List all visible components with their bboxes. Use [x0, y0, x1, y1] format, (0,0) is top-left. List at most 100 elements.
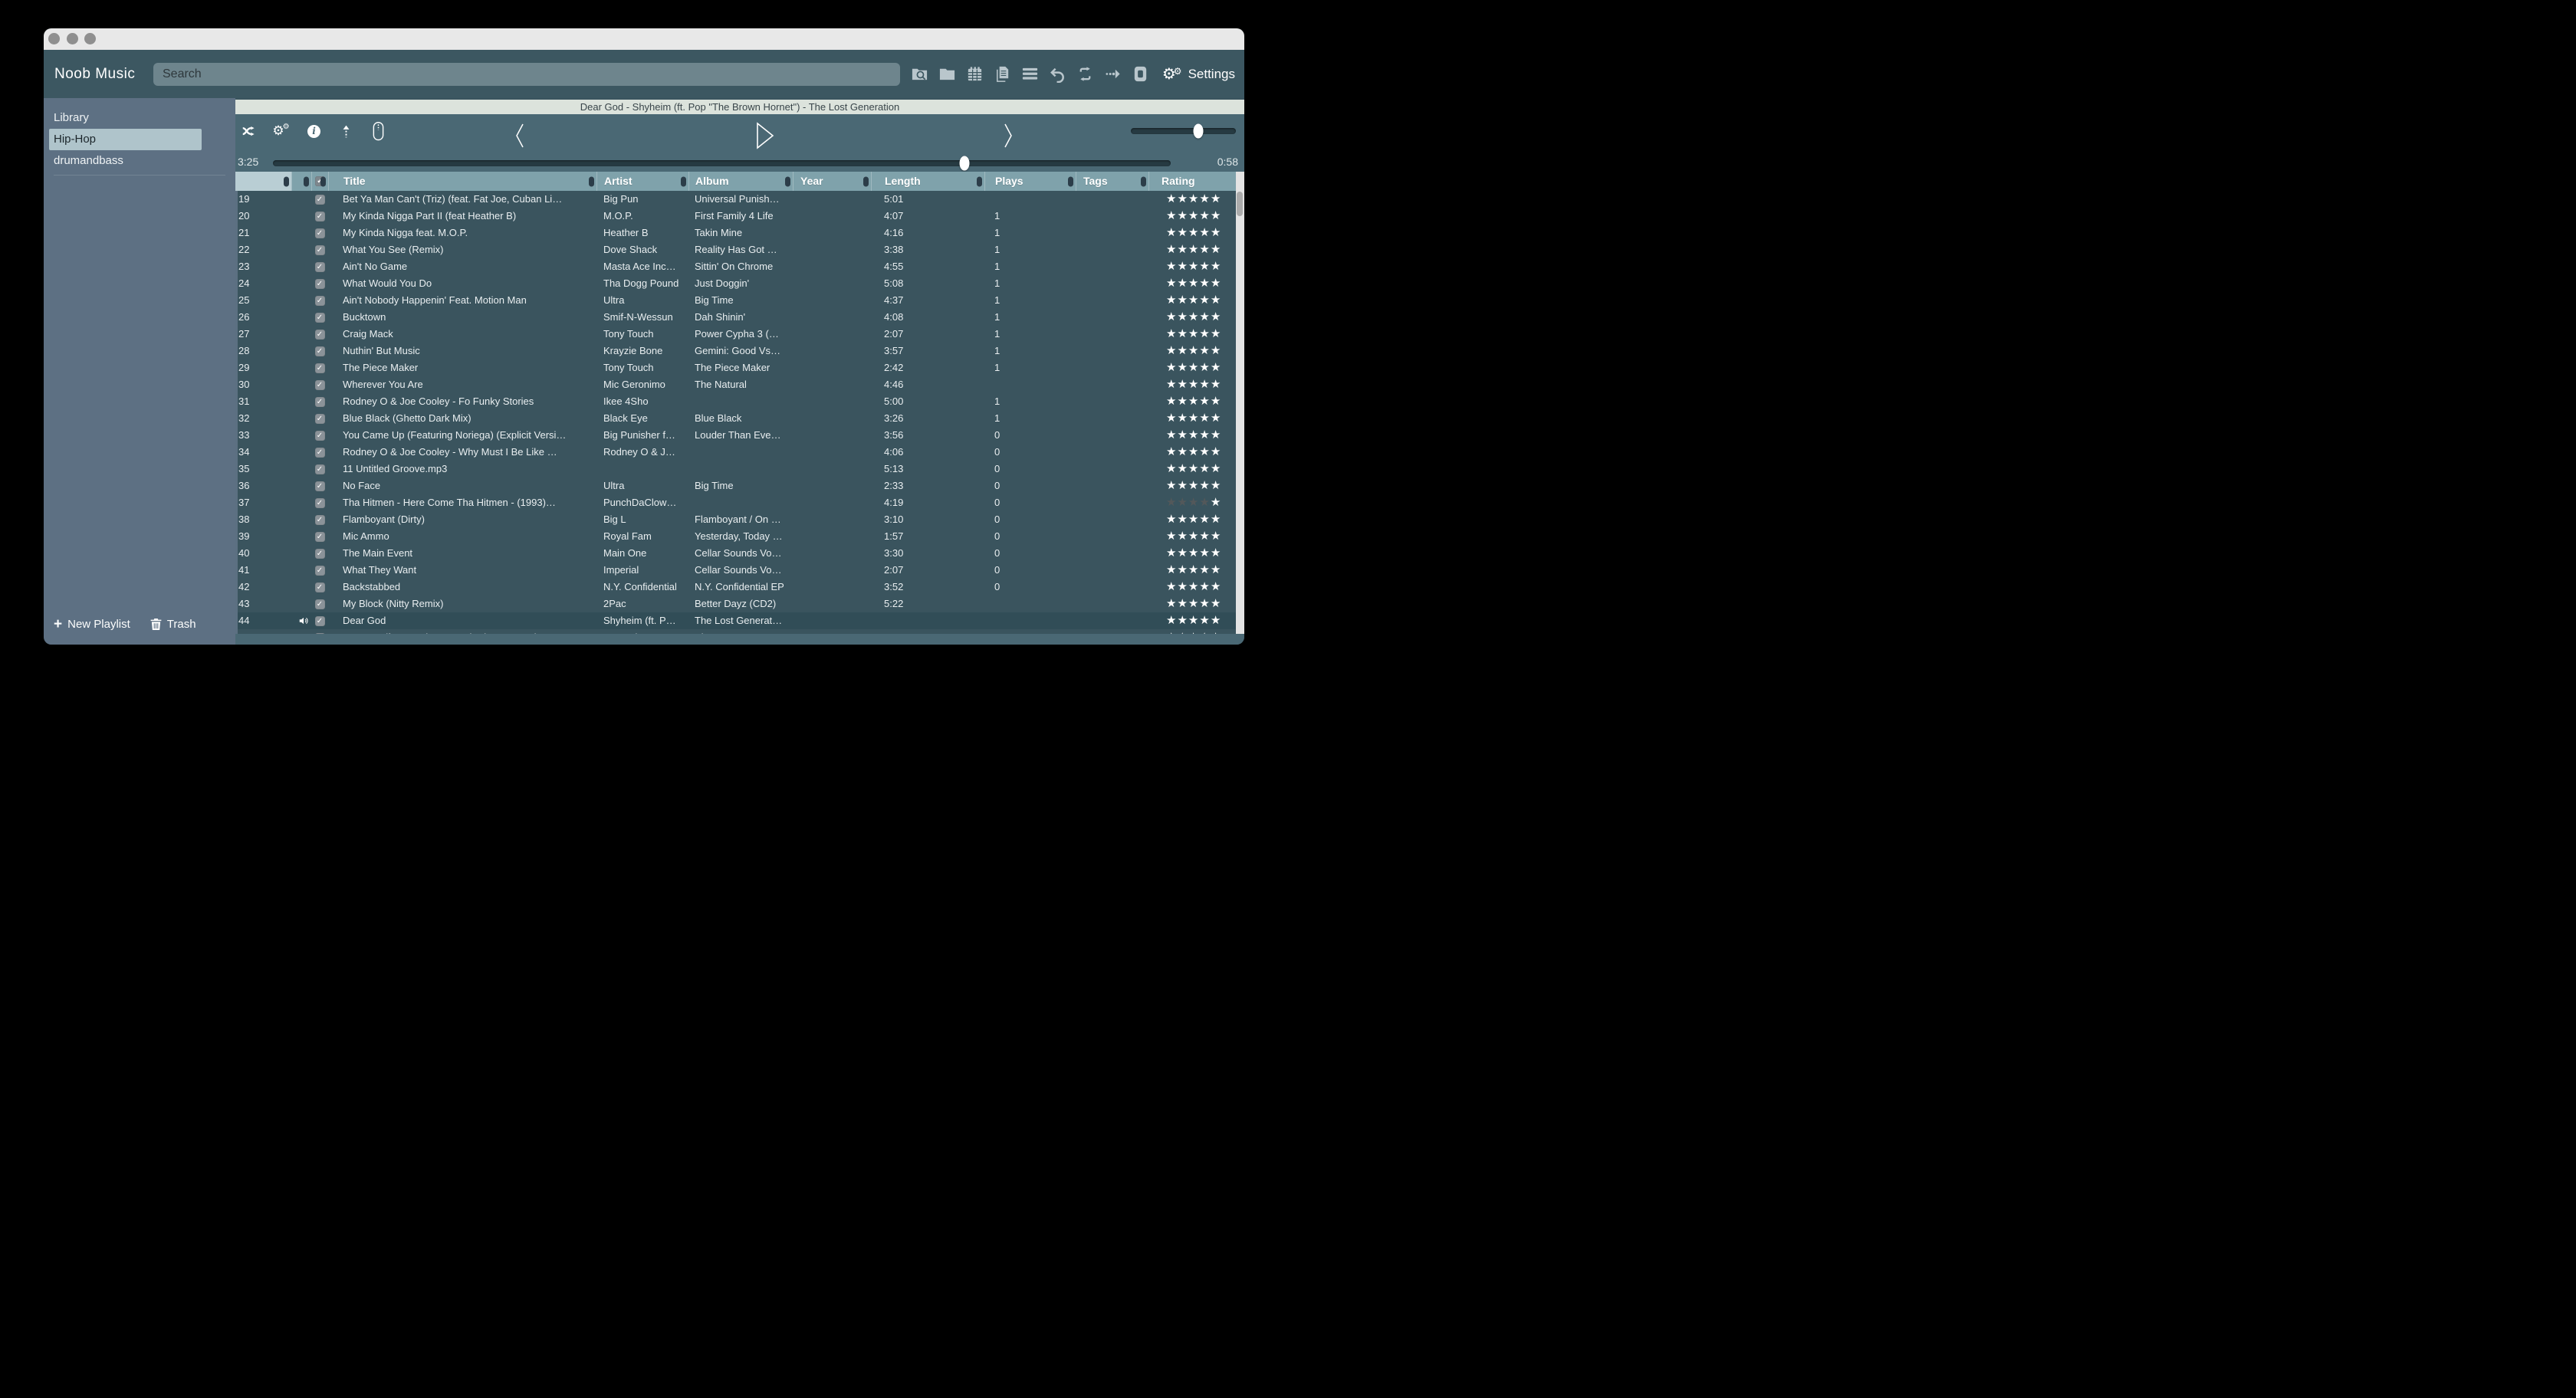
table-row[interactable]: 34 Rodney O & Joe Cooley - Why Must I Be… — [235, 444, 1244, 461]
track-checkbox[interactable] — [315, 549, 325, 559]
star-filled-icon[interactable]: ★ — [1199, 412, 1210, 425]
track-rating[interactable]: ★★★★★ — [1148, 208, 1236, 225]
select-all-checkbox[interactable] — [315, 176, 325, 186]
sidebar-item-drumandbass[interactable]: drumandbass — [44, 150, 235, 172]
track-checkbox[interactable] — [315, 279, 325, 289]
star-filled-icon[interactable]: ★ — [1166, 243, 1177, 256]
column-header-tags[interactable]: Tags — [1076, 172, 1148, 191]
previous-track-button[interactable] — [510, 120, 530, 151]
table-row[interactable]: 32 Blue Black (Ghetto Dark Mix) Black Ey… — [235, 410, 1244, 427]
star-filled-icon[interactable]: ★ — [1166, 546, 1177, 560]
star-filled-icon[interactable]: ★ — [1177, 209, 1188, 222]
star-filled-icon[interactable]: ★ — [1211, 479, 1221, 492]
table-row[interactable]: 26 Bucktown Smif-N-Wessun Dah Shinin' 4:… — [235, 309, 1244, 326]
track-checkbox[interactable] — [315, 532, 325, 542]
track-rating[interactable]: ★★★★★ — [1148, 258, 1236, 275]
track-checkbox[interactable] — [315, 566, 325, 576]
track-rating[interactable]: ★★★★★ — [1148, 343, 1236, 359]
track-checkbox-cell[interactable] — [311, 241, 328, 258]
star-filled-icon[interactable]: ★ — [1211, 361, 1221, 374]
table-row[interactable]: 23 Ain't No Game Masta Ace Inc… Sittin' … — [235, 258, 1244, 275]
star-filled-icon[interactable]: ★ — [1177, 344, 1188, 357]
star-filled-icon[interactable]: ★ — [1188, 192, 1199, 205]
star-filled-icon[interactable]: ★ — [1177, 462, 1188, 475]
star-filled-icon[interactable]: ★ — [1188, 344, 1199, 357]
track-checkbox-cell[interactable] — [311, 562, 328, 579]
star-filled-icon[interactable]: ★ — [1211, 563, 1221, 576]
new-playlist-button[interactable]: + New Playlist — [54, 617, 130, 632]
star-filled-icon[interactable]: ★ — [1211, 530, 1221, 543]
track-checkbox-cell[interactable] — [311, 444, 328, 461]
table-row[interactable]: 40 The Main Event Main One Cellar Sounds… — [235, 545, 1244, 562]
star-filled-icon[interactable]: ★ — [1166, 412, 1177, 425]
track-rating[interactable]: ★★★★★ — [1148, 359, 1236, 376]
track-rating[interactable]: ★★★★★ — [1148, 292, 1236, 309]
window-titlebar[interactable] — [44, 28, 1244, 50]
track-rating[interactable]: ★★★★★ — [1148, 612, 1236, 629]
star-filled-icon[interactable]: ★ — [1166, 361, 1177, 374]
track-checkbox[interactable] — [315, 414, 325, 424]
table-row[interactable]: 30 Wherever You Are Mic Geronimo The Nat… — [235, 376, 1244, 393]
star-filled-icon[interactable]: ★ — [1166, 378, 1177, 391]
track-checkbox[interactable] — [315, 313, 325, 323]
star-filled-icon[interactable]: ★ — [1166, 209, 1177, 222]
star-filled-icon[interactable]: ★ — [1211, 546, 1221, 560]
star-filled-icon[interactable]: ★ — [1211, 513, 1221, 526]
star-filled-icon[interactable]: ★ — [1188, 327, 1199, 340]
table-row[interactable]: 29 The Piece Maker Tony Touch The Piece … — [235, 359, 1244, 376]
track-checkbox[interactable] — [315, 481, 325, 491]
track-checkbox[interactable] — [315, 330, 325, 340]
track-checkbox[interactable] — [315, 245, 325, 255]
sync-icon[interactable] — [1076, 65, 1094, 83]
star-filled-icon[interactable]: ★ — [1199, 310, 1210, 323]
search-input[interactable] — [153, 63, 900, 86]
star-filled-icon[interactable]: ★ — [1211, 445, 1221, 458]
star-filled-icon[interactable]: ★ — [1188, 445, 1199, 458]
star-filled-icon[interactable]: ★ — [1166, 614, 1177, 627]
close-window-icon[interactable] — [48, 33, 60, 44]
table-row[interactable]: 39 Mic Ammo Royal Fam Yesterday, Today …… — [235, 528, 1244, 545]
track-checkbox-cell[interactable] — [311, 596, 328, 612]
track-checkbox-cell[interactable] — [311, 275, 328, 292]
star-filled-icon[interactable]: ★ — [1177, 327, 1188, 340]
star-filled-icon[interactable]: ★ — [1177, 243, 1188, 256]
track-checkbox-cell[interactable] — [311, 393, 328, 410]
track-checkbox[interactable] — [315, 464, 325, 474]
star-filled-icon[interactable]: ★ — [1211, 428, 1221, 441]
star-filled-icon[interactable]: ★ — [1188, 260, 1199, 273]
export-arrow-icon[interactable] — [1104, 65, 1122, 83]
star-filled-icon[interactable]: ★ — [1188, 513, 1199, 526]
star-filled-icon[interactable]: ★ — [1199, 563, 1210, 576]
column-header-length[interactable]: Length — [871, 172, 984, 191]
track-checkbox[interactable] — [315, 380, 325, 390]
star-filled-icon[interactable]: ★ — [1211, 310, 1221, 323]
equalizer-gears-icon[interactable]: ⚙⚙ — [274, 123, 290, 139]
track-checkbox-cell[interactable] — [311, 376, 328, 393]
star-filled-icon[interactable]: ★ — [1166, 226, 1177, 239]
star-filled-icon[interactable]: ★ — [1211, 226, 1221, 239]
track-rating[interactable]: ★★★★★ — [1148, 545, 1236, 562]
track-checkbox-cell[interactable] — [311, 579, 328, 596]
track-checkbox-cell[interactable] — [311, 494, 328, 511]
track-checkbox-cell[interactable] — [311, 309, 328, 326]
star-filled-icon[interactable]: ★ — [1177, 513, 1188, 526]
table-row[interactable]: 22 What You See (Remix) Dove Shack Reali… — [235, 241, 1244, 258]
star-filled-icon[interactable]: ★ — [1199, 445, 1210, 458]
star-filled-icon[interactable]: ★ — [1177, 260, 1188, 273]
column-header-index[interactable] — [235, 172, 291, 191]
star-filled-icon[interactable]: ★ — [1211, 277, 1221, 290]
star-filled-icon[interactable]: ★ — [1199, 530, 1210, 543]
mouse-icon[interactable] — [370, 123, 386, 139]
star-filled-icon[interactable]: ★ — [1211, 395, 1221, 408]
star-filled-icon[interactable]: ★ — [1211, 209, 1221, 222]
volume-knob[interactable] — [1193, 124, 1203, 139]
undo-icon[interactable] — [1049, 65, 1066, 83]
star-filled-icon[interactable]: ★ — [1199, 614, 1210, 627]
star-filled-icon[interactable]: ★ — [1199, 192, 1210, 205]
track-checkbox[interactable] — [315, 498, 325, 508]
track-checkbox-cell[interactable] — [311, 511, 328, 528]
track-rating[interactable]: ★★★★★ — [1148, 596, 1236, 612]
track-checkbox-cell[interactable] — [311, 427, 328, 444]
seek-bar[interactable] — [273, 160, 1171, 166]
track-checkbox-cell[interactable] — [311, 191, 328, 208]
